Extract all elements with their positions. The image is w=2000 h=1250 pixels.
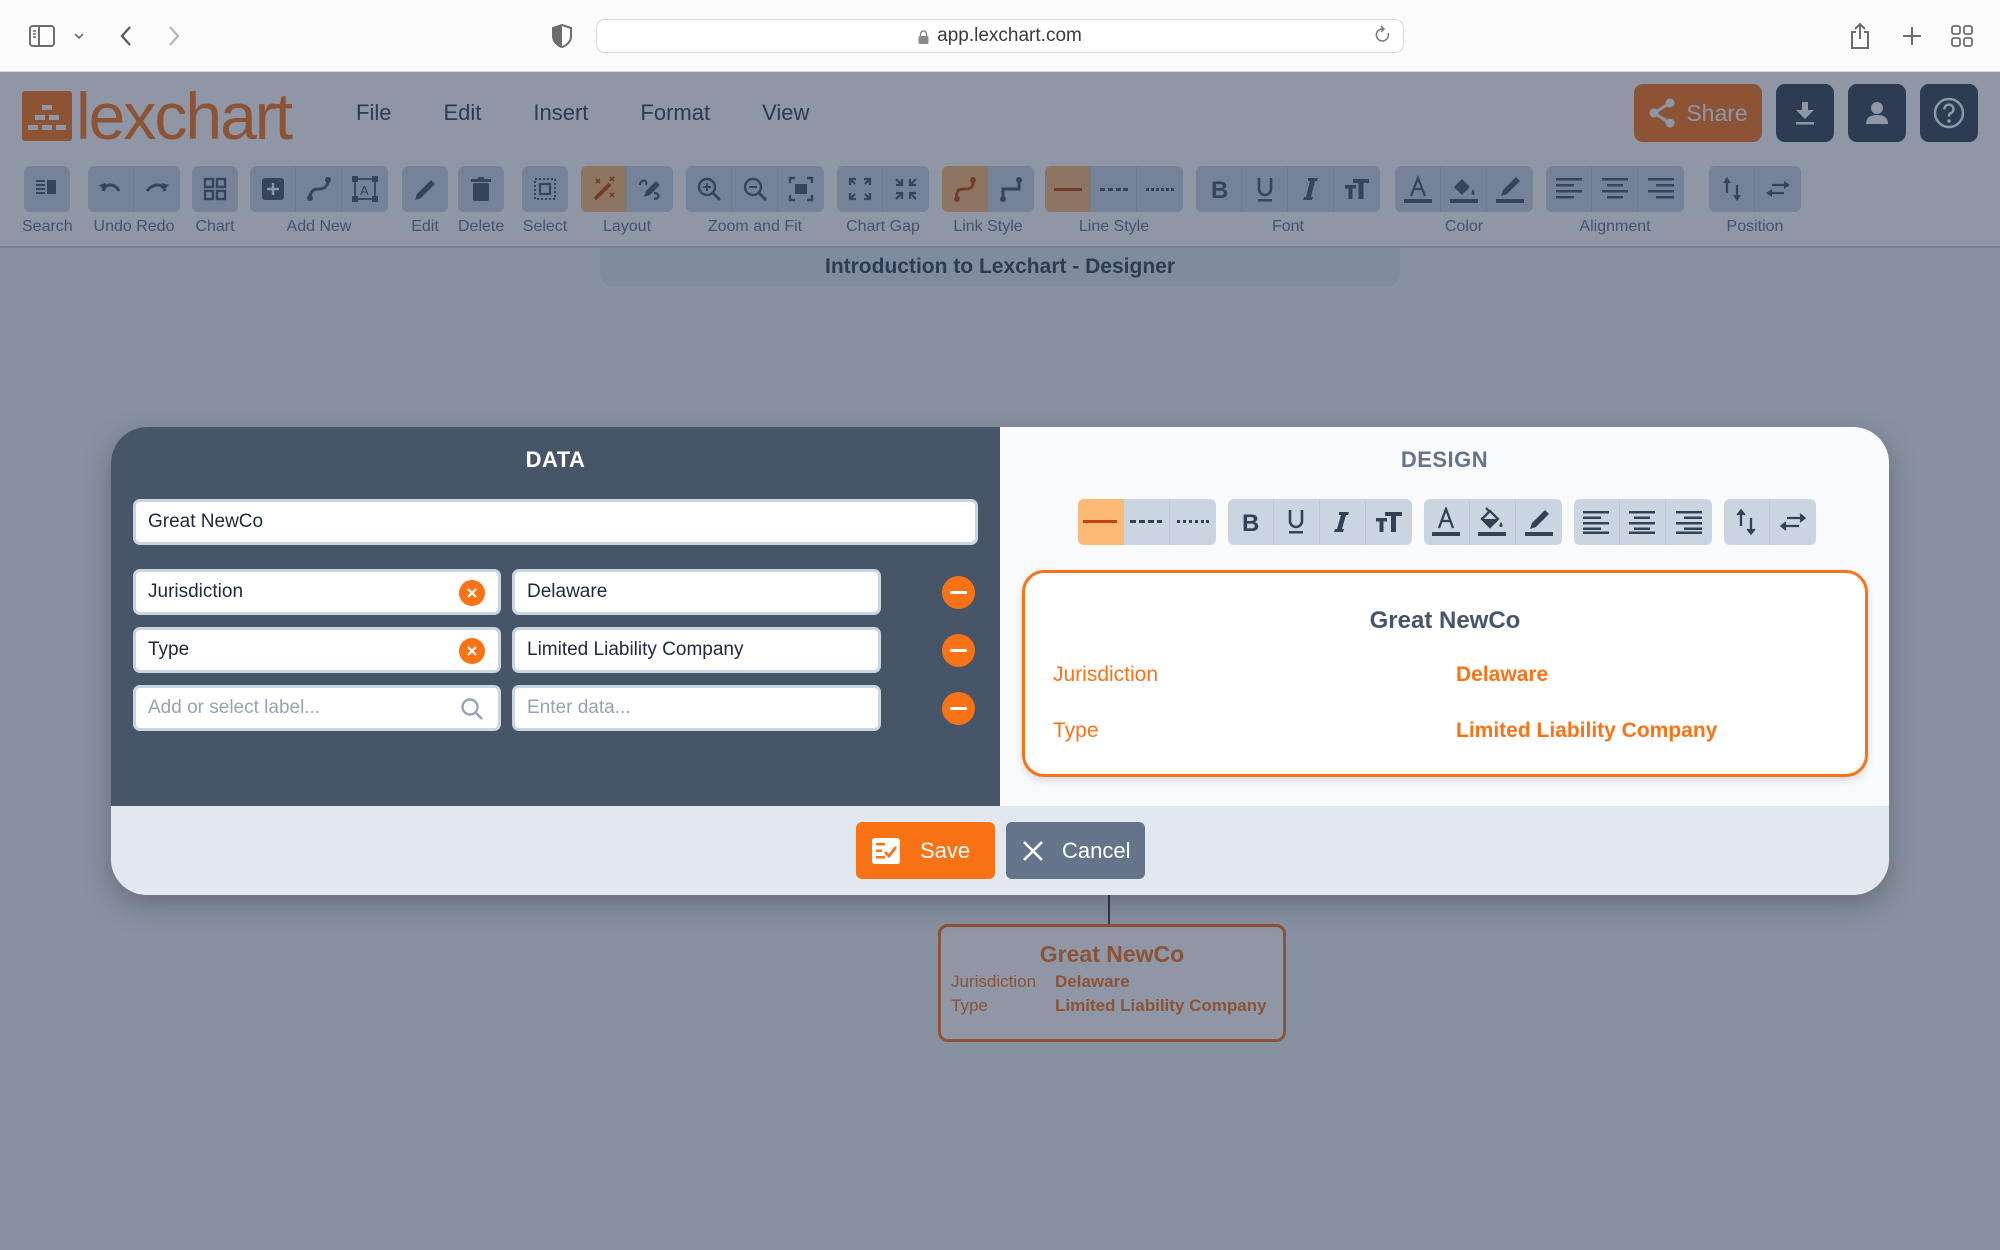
border-color-icon [1524,510,1553,536]
position-group [1723,499,1816,545]
node-preview: Great NewCo Jurisdiction Delaware Type L… [1022,570,1868,777]
font-size-icon [1375,512,1402,532]
bold-button[interactable]: B [1228,499,1274,545]
svg-text:B: B [1242,511,1259,533]
text-color-icon [1432,507,1460,536]
design-panel: DESIGN B Great NewCo Jurisdiction Delawa… [1000,427,1889,806]
privacy-shield-icon[interactable] [550,20,574,52]
dotted-line-icon [1176,520,1209,523]
remove-row-button[interactable] [942,692,975,725]
preview-row-value: Limited Liability Company [1456,719,1718,742]
close-icon [1023,840,1043,861]
cancel-button[interactable]: Cancel [1006,822,1145,879]
share-icon[interactable] [1848,20,1872,52]
vertical-swap-icon [1736,508,1756,536]
node-name-input[interactable]: Great NewCo [133,499,978,545]
align-center-button[interactable] [1620,499,1666,545]
data-panel-header: DATA [525,447,586,472]
dashed-line-button[interactable] [1124,499,1170,545]
align-right-button[interactable] [1666,499,1712,545]
fill-color-icon [1478,507,1506,536]
label-placeholder: Add or select label... [148,697,321,718]
underline-button[interactable] [1274,499,1320,545]
url-text: app.lexchart.com [937,25,1082,46]
solid-line-icon [1083,520,1117,523]
new-tab-icon[interactable] [1900,20,1924,52]
close-icon [467,588,477,598]
url-bar[interactable]: app.lexchart.com [596,19,1404,53]
browser-chrome: app.lexchart.com [0,0,2000,72]
border-color-button[interactable] [1516,499,1562,545]
search-icon [461,698,483,720]
node-name-value: Great NewCo [148,511,264,532]
value-placeholder: Enter data... [527,697,631,718]
align-left-button[interactable] [1574,499,1620,545]
preview-row-value: Delaware [1456,663,1549,686]
dashed-line-icon [1130,520,1162,523]
underline-icon [1288,510,1304,534]
preview-row-label: Type [1053,719,1099,742]
sidebar-icon[interactable] [28,20,56,52]
italic-button[interactable] [1320,499,1366,545]
italic-icon [1334,512,1349,532]
horizontal-swap-button[interactable] [1770,499,1816,545]
minus-icon [950,591,967,594]
forward-icon[interactable] [164,20,184,52]
bold-icon: B [1242,511,1259,533]
fill-color-button[interactable] [1470,499,1516,545]
design-toolbar: B [1000,499,1889,545]
align-right-icon [1675,511,1702,534]
color-group [1423,499,1562,545]
font-size-button[interactable] [1366,499,1412,545]
save-label: Save [920,837,971,863]
align-left-icon [1583,511,1609,534]
remove-row-button[interactable] [942,576,975,609]
preview-row-label: Jurisdiction [1053,663,1159,686]
row-value-input[interactable]: Delaware [512,569,881,615]
row-label-value: Jurisdiction [148,581,244,602]
horizontal-swap-icon [1779,513,1806,531]
dotted-line-button[interactable] [1170,499,1216,545]
vertical-swap-button[interactable] [1724,499,1770,545]
save-checklist-icon [872,837,900,864]
new-value-input[interactable]: Enter data... [512,685,881,731]
solid-line-button[interactable] [1077,499,1124,545]
close-icon [467,646,477,656]
preview-title: Great NewCo [1369,607,1521,634]
tab-overview-icon[interactable] [1950,20,1974,52]
remove-row-button[interactable] [942,634,975,667]
row-label-input[interactable]: Jurisdiction [133,569,501,615]
back-icon[interactable] [116,20,136,52]
modal-footer: Save Cancel [111,806,1889,895]
edit-node-modal: DATA Great NewCo Jurisdiction Delaware T… [111,427,1889,895]
chevron-down-icon[interactable] [72,20,86,52]
data-panel: DATA Great NewCo Jurisdiction Delaware T… [111,427,1000,806]
row-label-value: Type [148,639,190,660]
minus-icon [950,649,967,652]
font-group: B [1227,499,1412,545]
row-value-text: Delaware [527,581,608,602]
new-label-input[interactable]: Add or select label... [133,685,501,731]
row-value-input[interactable]: Limited Liability Company [512,627,881,673]
minus-icon [950,707,967,710]
reload-icon[interactable] [1373,24,1393,46]
line-style-group [1077,499,1216,545]
clear-label-button[interactable] [459,638,485,664]
lock-icon [918,30,929,44]
save-button[interactable]: Save [856,822,995,879]
row-value-text: Limited Liability Company [527,639,744,660]
cancel-label: Cancel [1062,837,1131,863]
align-center-icon [1629,511,1655,534]
clear-label-button[interactable] [459,580,485,606]
design-panel-header: DESIGN [1400,447,1489,472]
row-label-input[interactable]: Type [133,627,501,673]
text-color-button[interactable] [1424,499,1470,545]
alignment-group [1573,499,1712,545]
